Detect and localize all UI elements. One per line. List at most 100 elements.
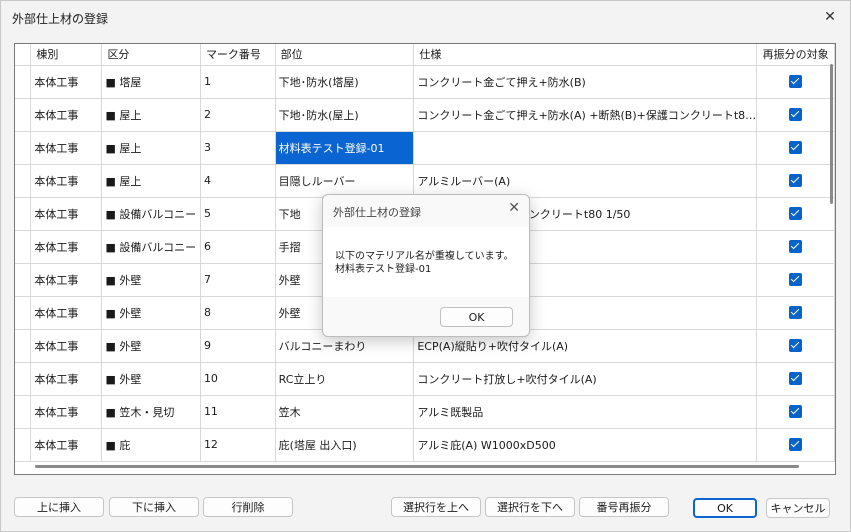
renumber-button[interactable]: 番号再振分: [579, 497, 669, 517]
reassign-checkbox[interactable]: [789, 372, 803, 386]
category-cell[interactable]: ■ 設備バルコニー: [101, 197, 201, 231]
category-cell[interactable]: ■ 塔屋: [101, 65, 201, 99]
move-down-button[interactable]: 選択行を下へ: [485, 497, 575, 517]
reassign-checkbox[interactable]: [789, 207, 803, 221]
dialog-ok-button[interactable]: OK: [440, 307, 513, 327]
category-cell[interactable]: ■ 外壁: [101, 362, 201, 396]
mark-number-cell[interactable]: 10: [200, 362, 276, 396]
building-cell[interactable]: 本体工事: [30, 65, 103, 99]
building-cell[interactable]: 本体工事: [30, 362, 103, 396]
vertical-scrollbar[interactable]: [830, 64, 833, 204]
reassign-checkbox[interactable]: [789, 306, 803, 320]
building-cell[interactable]: 本体工事: [30, 329, 103, 363]
building-cell[interactable]: 本体工事: [30, 263, 103, 297]
row-marker-cell[interactable]: [15, 362, 32, 396]
table-row[interactable]: 本体工事 ■ 屋上 3 材料表テスト登録-01: [15, 131, 835, 165]
row-marker-cell[interactable]: [15, 296, 32, 330]
row-marker-cell[interactable]: [15, 164, 32, 198]
mark-number-cell[interactable]: 5: [200, 197, 276, 231]
reassign-checkbox[interactable]: [789, 108, 803, 122]
part-cell[interactable]: 下地･防水(屋上): [275, 98, 415, 132]
building-header[interactable]: 棟別: [30, 44, 103, 66]
spec-cell[interactable]: コンクリート金ごて押え+防水(A) +断熱(B)+保護コンクリートt8…: [413, 98, 758, 132]
reassign-header[interactable]: 再振分の対象: [756, 44, 835, 66]
part-cell[interactable]: 笠木: [275, 395, 415, 429]
row-marker-cell[interactable]: [15, 131, 32, 165]
mark-number-cell[interactable]: 6: [200, 230, 276, 264]
category-cell[interactable]: ■ 庇: [101, 428, 201, 462]
reassign-checkbox[interactable]: [789, 339, 803, 353]
category-header[interactable]: 区分: [101, 44, 201, 66]
reassign-checkbox[interactable]: [789, 174, 803, 188]
mark-number-cell[interactable]: 3: [200, 131, 276, 165]
building-cell[interactable]: 本体工事: [30, 197, 103, 231]
row-marker-header[interactable]: [15, 44, 32, 66]
row-marker-cell[interactable]: [15, 197, 32, 231]
spec-cell[interactable]: アルミ庇(A) W1000xD500: [413, 428, 758, 462]
row-marker-cell[interactable]: [15, 98, 32, 132]
category-cell[interactable]: ■ 笠木・見切: [101, 395, 201, 429]
building-cell[interactable]: 本体工事: [30, 395, 103, 429]
reassign-checkbox[interactable]: [789, 273, 803, 287]
spec-cell[interactable]: アルミ既製品: [413, 395, 758, 429]
row-marker-cell[interactable]: [15, 428, 32, 462]
horizontal-scrollbar[interactable]: [35, 465, 799, 468]
table-row[interactable]: 本体工事 ■ 屋上 2 下地･防水(屋上) コンクリート金ごて押え+防水(A) +断熱(…: [15, 98, 835, 132]
mark-number-cell[interactable]: 8: [200, 296, 276, 330]
row-marker-cell[interactable]: [15, 230, 32, 264]
category-cell[interactable]: ■ 屋上: [101, 131, 201, 165]
mark-number-cell[interactable]: 11: [200, 395, 276, 429]
reassign-checkbox[interactable]: [789, 405, 803, 419]
mark-number-cell[interactable]: 1: [200, 65, 276, 99]
spec-cell[interactable]: [413, 131, 758, 165]
mark-number-cell[interactable]: 7: [200, 263, 276, 297]
mark-number-header[interactable]: マーク番号: [200, 44, 276, 66]
part-header[interactable]: 部位: [275, 44, 415, 66]
insert-below-button[interactable]: 下に挿入: [109, 497, 199, 517]
category-cell[interactable]: ■ 外壁: [101, 329, 201, 363]
part-cell[interactable]: 庇(塔屋 出入口): [275, 428, 415, 462]
mark-number-cell[interactable]: 2: [200, 98, 276, 132]
move-up-button[interactable]: 選択行を上へ: [391, 497, 481, 517]
table-row[interactable]: 本体工事 ■ 塔屋 1 下地･防水(塔屋) コンクリート金ごて押え+防水(B): [15, 65, 835, 99]
table-row[interactable]: 本体工事 ■ 外壁 10 RC立上り コンクリート打放し+吹付タイル(A): [15, 362, 835, 396]
spec-cell[interactable]: コンクリート金ごて押え+防水(B): [413, 65, 758, 99]
row-marker-cell[interactable]: [15, 329, 32, 363]
part-cell[interactable]: RC立上り: [275, 362, 415, 396]
row-marker-cell[interactable]: [15, 395, 32, 429]
category-cell[interactable]: ■ 外壁: [101, 263, 201, 297]
building-cell[interactable]: 本体工事: [30, 230, 103, 264]
mark-number-cell[interactable]: 12: [200, 428, 276, 462]
category-cell[interactable]: ■ 設備バルコニー: [101, 230, 201, 264]
spec-header[interactable]: 仕様: [413, 44, 758, 66]
table-row[interactable]: 本体工事 ■ 庇 12 庇(塔屋 出入口) アルミ庇(A) W1000xD500: [15, 428, 835, 462]
table-row[interactable]: 本体工事 ■ 屋上 4 目隠しルーバー アルミルーバー(A): [15, 164, 835, 198]
part-cell[interactable]: 材料表テスト登録-01: [275, 131, 415, 165]
building-cell[interactable]: 本体工事: [30, 428, 103, 462]
reassign-checkbox[interactable]: [789, 438, 803, 452]
category-cell[interactable]: ■ 外壁: [101, 296, 201, 330]
building-cell[interactable]: 本体工事: [30, 164, 103, 198]
spec-cell[interactable]: アルミルーバー(A): [413, 164, 758, 198]
part-cell[interactable]: 下地･防水(塔屋): [275, 65, 415, 99]
close-icon[interactable]: ✕: [816, 5, 844, 29]
reassign-checkbox[interactable]: [789, 75, 803, 89]
spec-cell[interactable]: コンクリート打放し+吹付タイル(A): [413, 362, 758, 396]
mark-number-cell[interactable]: 9: [200, 329, 276, 363]
building-cell[interactable]: 本体工事: [30, 98, 103, 132]
building-cell[interactable]: 本体工事: [30, 296, 103, 330]
reassign-checkbox[interactable]: [789, 240, 803, 254]
insert-above-button[interactable]: 上に挿入: [14, 497, 104, 517]
mark-number-cell[interactable]: 4: [200, 164, 276, 198]
building-cell[interactable]: 本体工事: [30, 131, 103, 165]
part-cell[interactable]: 目隠しルーバー: [275, 164, 415, 198]
dialog-close-icon[interactable]: ✕: [508, 200, 520, 216]
reassign-checkbox[interactable]: [789, 141, 803, 155]
delete-row-button[interactable]: 行削除: [203, 497, 293, 517]
table-row[interactable]: 本体工事 ■ 笠木・見切 11 笠木 アルミ既製品: [15, 395, 835, 429]
category-cell[interactable]: ■ 屋上: [101, 98, 201, 132]
cancel-button[interactable]: キャンセル: [766, 498, 830, 518]
category-cell[interactable]: ■ 屋上: [101, 164, 201, 198]
row-marker-cell[interactable]: [15, 263, 32, 297]
ok-button[interactable]: OK: [693, 498, 757, 518]
